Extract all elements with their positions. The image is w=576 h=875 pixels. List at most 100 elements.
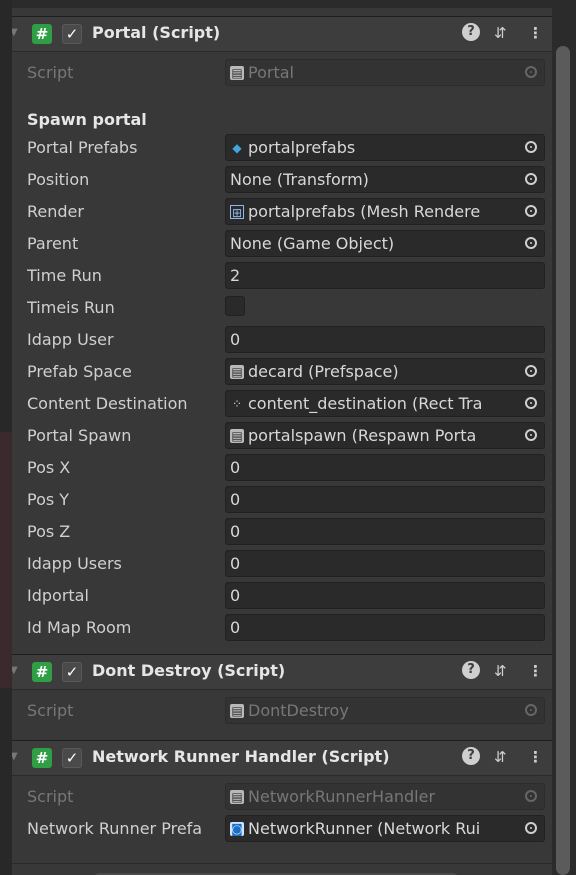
object-picker-icon[interactable] xyxy=(518,359,544,384)
object-field[interactable]: ◆ portalprefabs xyxy=(225,134,545,161)
field-label: Network Runner Prefa xyxy=(27,819,203,838)
script-icon: # xyxy=(32,748,52,768)
bool-checkbox[interactable] xyxy=(225,296,245,316)
kebab-menu-icon[interactable]: ⋮ xyxy=(528,24,543,42)
field-label: Idapp User xyxy=(27,330,114,349)
field-label: Portal Prefabs xyxy=(27,138,138,157)
object-field[interactable]: None (Transform) xyxy=(225,166,545,193)
section-header: Spawn portal xyxy=(27,110,147,129)
field-label: Script xyxy=(27,701,74,720)
field-label: Parent xyxy=(27,234,79,253)
field-label: Content Destination xyxy=(27,394,188,413)
object-field[interactable]: ◙ NetworkRunner (Network Rui xyxy=(225,815,545,842)
kebab-menu-icon[interactable]: ⋮ xyxy=(528,748,543,766)
object-picker-icon[interactable] xyxy=(518,135,544,160)
field-label: Script xyxy=(27,63,74,82)
field-label: Pos Y xyxy=(27,490,70,509)
number-input[interactable]: 0 xyxy=(225,582,545,609)
object-picker-icon xyxy=(518,784,544,809)
component-enabled-checkbox[interactable]: ✓ xyxy=(62,662,82,682)
object-picker-icon[interactable] xyxy=(518,167,544,192)
field-value: 0 xyxy=(230,586,241,605)
field-row-pos-y: Pos Y 0 xyxy=(12,484,552,516)
rect-transform-icon: ⁘ xyxy=(231,397,243,411)
field-row-render: Render ⊞ portalprefabs (Mesh Rendere xyxy=(12,196,552,228)
field-value: 0 xyxy=(230,554,241,573)
field-value: 0 xyxy=(230,522,241,541)
field-row-parent: Parent None (Game Object) xyxy=(12,228,552,260)
object-field[interactable]: None (Game Object) xyxy=(225,230,545,257)
field-value: 0 xyxy=(230,618,241,637)
field-row-pos-z: Pos Z 0 xyxy=(12,516,552,548)
script-row: Script ▤ NetworkRunnerHandler xyxy=(12,781,552,813)
object-picker-icon xyxy=(518,698,544,723)
object-picker-icon[interactable] xyxy=(518,231,544,256)
component-header-network-runner-handler[interactable]: ▼ # ✓ Network Runner Handler (Script) ? … xyxy=(12,740,552,776)
help-icon[interactable]: ? xyxy=(462,23,480,41)
field-label: Script xyxy=(27,787,74,806)
component-header-dont-destroy[interactable]: ▼ # ✓ Dont Destroy (Script) ? ⇵ ⋮ xyxy=(12,654,552,690)
number-input[interactable]: 2 xyxy=(225,262,545,289)
field-label: Timeis Run xyxy=(27,298,115,317)
component-enabled-checkbox[interactable]: ✓ xyxy=(62,748,82,768)
component-title: Portal (Script) xyxy=(92,23,221,42)
field-row-id-map-room: Id Map Room 0 xyxy=(12,612,552,644)
field-value: None (Transform) xyxy=(230,170,369,189)
number-input[interactable]: 0 xyxy=(225,454,545,481)
field-label: Portal Spawn xyxy=(27,426,132,445)
left-accent xyxy=(0,432,12,688)
mesh-renderer-icon: ⊞ xyxy=(230,205,244,220)
field-label: Pos X xyxy=(27,458,71,477)
presets-icon[interactable]: ⇵ xyxy=(494,748,507,766)
script-icon: # xyxy=(32,24,52,44)
object-field[interactable]: ⁘ content_destination (Rect Tra xyxy=(225,390,545,417)
component-enabled-checkbox[interactable]: ✓ xyxy=(62,24,82,44)
script-file-icon: ▤ xyxy=(230,704,244,718)
script-file-icon: ▤ xyxy=(230,429,244,443)
component-header-portal[interactable]: ▼ # ✓ Portal (Script) ? ⇵ ⋮ xyxy=(12,16,552,52)
object-field[interactable]: ▤ portalspawn (Respawn Porta xyxy=(225,422,545,449)
component-title: Dont Destroy (Script) xyxy=(92,661,286,680)
number-input[interactable]: 0 xyxy=(225,614,545,641)
presets-icon[interactable]: ⇵ xyxy=(494,662,507,680)
help-icon[interactable]: ? xyxy=(462,661,480,679)
foldout-arrow-icon[interactable]: ▼ xyxy=(12,27,18,38)
field-label: Prefab Space xyxy=(27,362,132,381)
inspector-panel: ▼ # ✓ Portal (Script) ? ⇵ ⋮ Script ▤ Por… xyxy=(12,8,552,875)
foldout-arrow-icon[interactable]: ▼ xyxy=(12,751,18,762)
number-input[interactable]: 0 xyxy=(225,550,545,577)
scrollbar-thumb[interactable] xyxy=(556,46,570,875)
script-file-icon: ▤ xyxy=(230,365,244,379)
field-row-idapp-user: Idapp User 0 xyxy=(12,324,552,356)
field-value: 0 xyxy=(230,490,241,509)
field-row-prefab-space: Prefab Space ▤ decard (Prefspace) xyxy=(12,356,552,388)
object-picker-icon[interactable] xyxy=(518,816,544,841)
field-value: 2 xyxy=(230,266,241,285)
object-picker-icon[interactable] xyxy=(518,199,544,224)
number-input[interactable]: 0 xyxy=(225,518,545,545)
object-picker-icon[interactable] xyxy=(518,423,544,448)
field-row-portal-prefabs: Portal Prefabs ◆ portalprefabs xyxy=(12,132,552,164)
presets-icon[interactable]: ⇵ xyxy=(494,24,507,42)
help-icon[interactable]: ? xyxy=(462,747,480,765)
kebab-menu-icon[interactable]: ⋮ xyxy=(528,662,543,680)
field-value: portalprefabs xyxy=(248,138,356,157)
script-row: Script ▤ Portal xyxy=(12,57,552,89)
field-value: NetworkRunnerHandler xyxy=(248,787,436,806)
field-label: Time Run xyxy=(27,266,102,285)
field-label: Pos Z xyxy=(27,522,71,541)
script-field: ▤ NetworkRunnerHandler xyxy=(225,783,545,810)
field-row-pos-x: Pos X 0 xyxy=(12,452,552,484)
number-input[interactable]: 0 xyxy=(225,326,545,353)
number-input[interactable]: 0 xyxy=(225,486,545,513)
field-value: DontDestroy xyxy=(248,701,349,720)
script-icon: # xyxy=(32,662,52,682)
object-field[interactable]: ▤ decard (Prefspace) xyxy=(225,358,545,385)
foldout-arrow-icon[interactable]: ▼ xyxy=(12,665,18,676)
field-row-content-destination: Content Destination ⁘ content_destinatio… xyxy=(12,388,552,420)
object-picker-icon[interactable] xyxy=(518,391,544,416)
field-value: decard (Prefspace) xyxy=(248,362,399,381)
network-runner-icon: ◙ xyxy=(230,822,244,836)
field-value: NetworkRunner (Network Rui xyxy=(248,819,481,838)
object-field[interactable]: ⊞ portalprefabs (Mesh Rendere xyxy=(225,198,545,225)
